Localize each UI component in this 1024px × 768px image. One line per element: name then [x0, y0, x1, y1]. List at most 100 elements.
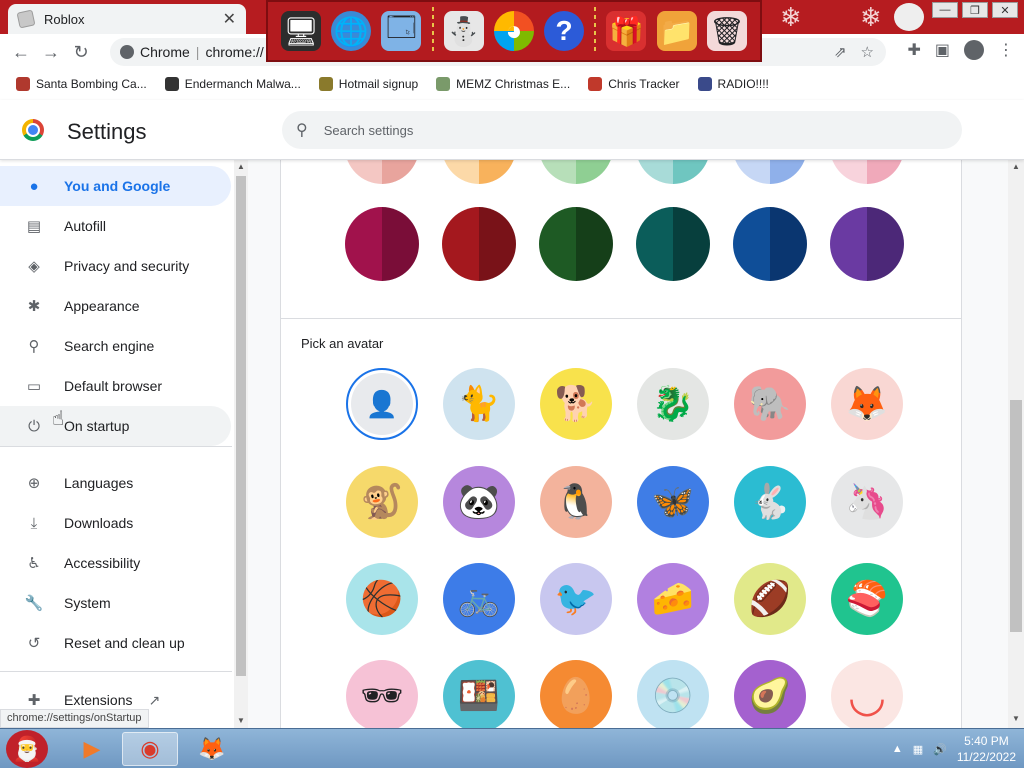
color-swatch[interactable] — [345, 207, 419, 281]
tab-roblox[interactable]: Roblox ✕ — [8, 4, 246, 34]
tamagotchi-avatar[interactable]: 🥚 — [540, 660, 612, 728]
unicorn-avatar[interactable]: 🦄 — [831, 466, 903, 538]
monkey-avatar[interactable]: 🐒 — [346, 466, 418, 538]
side-panel-icon[interactable]: ▣ — [935, 40, 950, 60]
color-swatch[interactable] — [539, 207, 613, 281]
bike-avatar[interactable]: 🚲 — [443, 563, 515, 635]
sidebar-item-downloads[interactable]: ⤓ Downloads — [0, 503, 231, 543]
fox-avatar[interactable]: 🦊 — [831, 368, 903, 440]
vinyl-avatar[interactable]: 💿 — [637, 660, 709, 728]
start-button[interactable]: 🎅 — [6, 730, 48, 768]
sidebar-item-on-startup[interactable]: ⏻ On startup — [0, 406, 231, 446]
bookmark-item[interactable]: Hotmail signup — [318, 77, 418, 91]
media-player-icon[interactable]: ▶ — [64, 732, 120, 766]
color-swatch[interactable] — [636, 207, 710, 281]
color-swatch[interactable] — [733, 160, 807, 184]
minimize-button[interactable]: — — [932, 2, 958, 18]
scroll-up-icon[interactable]: ▲ — [1012, 162, 1020, 171]
avocado-avatar[interactable]: 🥑 — [734, 660, 806, 728]
maximize-button[interactable]: ❐ — [962, 2, 988, 18]
show-hidden-icons-icon[interactable]: ▲ — [892, 743, 903, 755]
reload-icon[interactable]: ↻ — [66, 37, 96, 67]
sidebar-item-label: Accessibility — [64, 555, 141, 571]
menu-kebab-icon[interactable]: ⋮ — [998, 40, 1014, 60]
smile-avatar[interactable]: ◡ — [831, 660, 903, 728]
scroll-down-icon[interactable]: ▼ — [237, 716, 245, 725]
scroll-up-icon[interactable]: ▲ — [237, 162, 245, 171]
firefox-icon[interactable]: 🦊 — [184, 732, 240, 766]
sidebar-item-reset-and-clean-up[interactable]: ↺ Reset and clean up — [0, 623, 231, 663]
cheese-avatar[interactable]: 🧀 — [637, 563, 709, 635]
recycle-bin-icon[interactable]: 🗑 — [706, 11, 747, 51]
forward-arrow-icon[interactable]: → — [36, 37, 66, 67]
external-link-icon: ↗ — [148, 691, 161, 708]
color-swatch[interactable] — [539, 160, 613, 184]
windows-logo-icon[interactable]: ◕ — [493, 11, 534, 51]
color-swatch[interactable] — [442, 160, 516, 184]
sidebar-item-appearance[interactable]: ✱ Appearance — [0, 286, 231, 326]
scrollbar-thumb[interactable] — [1010, 400, 1022, 632]
bookmark-item[interactable]: MEMZ Christmas E... — [436, 77, 570, 91]
globe-network-icon[interactable]: 🌐 — [331, 11, 372, 51]
close-button[interactable]: ✕ — [992, 2, 1018, 18]
sidebar-item-autofill[interactable]: ▤ Autofill — [0, 206, 231, 246]
color-swatch[interactable] — [830, 207, 904, 281]
snowman-icon[interactable]: ⛄ — [443, 11, 484, 51]
color-swatch[interactable] — [636, 160, 710, 184]
sidebar-item-privacy-and-security[interactable]: ◈ Privacy and security — [0, 246, 231, 286]
bookmark-item[interactable]: Endermanch Malwa... — [164, 77, 301, 91]
scroll-down-icon[interactable]: ▼ — [1012, 714, 1020, 723]
penguin-avatar[interactable]: 🐧 — [540, 466, 612, 538]
corgi-avatar[interactable]: 🐕 — [540, 368, 612, 440]
dragon-avatar[interactable]: 🐉 — [637, 368, 709, 440]
profile-avatar-icon[interactable] — [964, 40, 984, 60]
help-icon[interactable]: ? — [544, 11, 585, 51]
folder-icon[interactable]: 📁 — [656, 11, 697, 51]
diamond-icon — [697, 77, 712, 91]
extensions-puzzle-icon[interactable]: ✚ — [907, 40, 920, 60]
computer-icon[interactable]: 🖥 — [281, 11, 322, 51]
color-swatch[interactable] — [345, 160, 419, 184]
basketball-avatar[interactable]: 🏀 — [346, 563, 418, 635]
cat-avatar[interactable]: 🐈 — [443, 368, 515, 440]
site-chip[interactable]: Chrome — [120, 44, 190, 60]
butterfly-avatar[interactable]: 🦋 — [637, 466, 709, 538]
sidebar-item-search-engine[interactable]: ⚲ Search engine — [0, 326, 231, 366]
sidebar-item-languages[interactable]: ⊕ Languages — [0, 463, 231, 503]
chrome-icon[interactable]: ◉ — [122, 732, 178, 766]
main-scrollbar[interactable]: ▲ ▼ — [1008, 160, 1024, 728]
sidebar-item-accessibility[interactable]: ♿ Accessibility — [0, 543, 231, 583]
gift-icon[interactable]: 🎁 — [606, 11, 647, 51]
search-input[interactable]: ⚲ Search settings — [282, 111, 962, 149]
tab-close-icon[interactable]: ✕ — [223, 9, 236, 29]
panda-avatar[interactable]: 🐼 — [443, 466, 515, 538]
share-icon[interactable]: ⇗ — [834, 43, 847, 61]
default-avatar[interactable]: 👤 — [346, 368, 418, 440]
volume-icon[interactable]: 🔊 — [933, 743, 947, 756]
bird-avatar[interactable]: 🐦 — [540, 563, 612, 635]
color-swatch[interactable] — [442, 207, 516, 281]
color-swatch[interactable] — [733, 207, 807, 281]
bookmark-item[interactable]: Chris Tracker — [588, 77, 680, 91]
back-arrow-icon[interactable]: ← — [6, 37, 36, 67]
scrollbar-thumb[interactable] — [236, 176, 246, 676]
snowman-decor-icon — [894, 3, 924, 31]
sidebar-item-system[interactable]: 🔧 System — [0, 583, 231, 623]
network-icon[interactable]: ▦ — [913, 743, 923, 756]
sunglasses-avatar[interactable]: 🕶 — [346, 660, 418, 728]
window-icon[interactable]: 🗔 — [381, 11, 422, 51]
rabbit-avatar[interactable]: 🐇 — [734, 466, 806, 538]
bookmark-item[interactable]: Santa Bombing Ca... — [16, 77, 147, 91]
sidebar-scrollbar[interactable]: ▲ ▼ — [234, 160, 248, 728]
bookmark-star-icon[interactable]: ☆ — [861, 43, 874, 61]
bookmark-item[interactable]: RADIO!!!! — [697, 77, 769, 91]
elephant-avatar[interactable]: 🐘 — [734, 368, 806, 440]
sushi-plate-avatar[interactable]: 🍣 — [831, 563, 903, 635]
sushi-avatar[interactable]: 🍱 — [443, 660, 515, 728]
sidebar-item-default-browser[interactable]: ▭ Default browser — [0, 366, 231, 406]
swatch-light-half — [539, 160, 576, 184]
clock[interactable]: 5:40 PM 11/22/2022 — [957, 733, 1016, 765]
sidebar-item-you-and-google[interactable]: ● You and Google — [0, 166, 231, 206]
color-swatch[interactable] — [830, 160, 904, 184]
football-avatar[interactable]: 🏈 — [734, 563, 806, 635]
